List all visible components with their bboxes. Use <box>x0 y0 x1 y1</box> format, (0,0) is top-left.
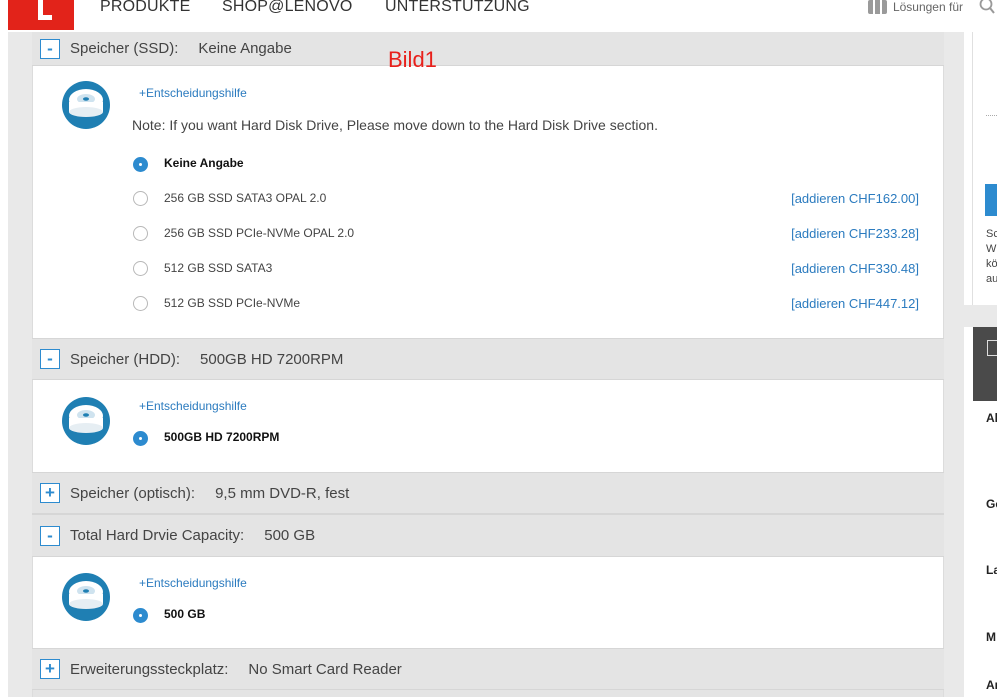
section-header-optical[interactable]: + Speicher (optisch): 9,5 mm DVD-R, fest <box>32 472 944 514</box>
sidebar-toggle-icon[interactable] <box>987 340 997 356</box>
radio-total-0[interactable] <box>133 608 148 623</box>
radio-ssd-4[interactable] <box>133 296 148 311</box>
option-price-ssd-2: [addieren CHF233.28] <box>791 226 919 241</box>
hard-disk-icon <box>62 397 110 445</box>
option-label-ssd-1[interactable]: 256 GB SSD SATA3 OPAL 2.0 <box>164 191 326 205</box>
solutions-menu[interactable]: Lösungen für <box>867 0 963 14</box>
section-title-expansion: Erweiterungssteckplatz: <box>70 660 229 678</box>
option-label-ssd-2[interactable]: 256 GB SSD PCIe-NVMe OPAL 2.0 <box>164 226 354 240</box>
help-link-total[interactable]: +Entscheidungshilfe <box>139 576 247 590</box>
sidebar-text-line-1: W <box>986 243 997 255</box>
nav-produkte[interactable]: PRODUKTE <box>100 0 191 15</box>
nav-shop[interactable]: SHOP@LENOVO <box>222 0 352 15</box>
option-label-ssd-0[interactable]: Keine Angabe <box>164 156 244 170</box>
section-title-optical: Speicher (optisch): <box>70 484 196 502</box>
radio-ssd-3[interactable] <box>133 261 148 276</box>
solutions-label: Lösungen für <box>892 0 963 14</box>
radio-ssd-2[interactable] <box>133 226 148 241</box>
radio-ssd-0[interactable] <box>133 157 148 172</box>
section-header-expansion[interactable]: + Erweiterungssteckplatz: No Smart Card … <box>32 648 944 690</box>
section-body-hdd: +Entscheidungshilfe 500GB HD 7200RPM <box>32 380 944 472</box>
nav-unterstuetzung[interactable]: UNTERSTÜTZUNG <box>385 0 530 15</box>
hard-disk-icon <box>62 81 110 129</box>
option-label-total-0[interactable]: 500 GB <box>164 607 205 621</box>
option-label-ssd-3[interactable]: 512 GB SSD SATA3 <box>164 261 272 275</box>
help-link-hdd[interactable]: +Entscheidungshilfe <box>139 399 247 413</box>
section-value-hdd: 500GB HD 7200RPM <box>200 350 344 368</box>
sidebar-text-line-0: Sc <box>986 228 997 240</box>
page-frame-left <box>8 32 32 697</box>
sidebar-label-3: M <box>986 630 996 644</box>
collapse-toggle-ssd[interactable]: - <box>40 38 60 59</box>
sidebar-dark-header <box>973 327 997 401</box>
hard-disk-icon <box>62 573 110 621</box>
section-value-total: 500 GB <box>264 527 316 544</box>
section-title-ssd: Speicher (SSD): <box>70 40 179 57</box>
section-header-hdd[interactable]: - Speicher (HDD): 500GB HD 7200RPM <box>32 338 944 380</box>
option-label-hdd-0[interactable]: 500GB HD 7200RPM <box>164 430 279 444</box>
expand-toggle-optical[interactable]: + <box>40 483 60 503</box>
expand-toggle-expansion[interactable]: + <box>40 659 60 679</box>
collapse-toggle-hdd[interactable]: - <box>40 349 60 369</box>
radio-ssd-1[interactable] <box>133 191 148 206</box>
page-frame-gutter <box>944 32 964 697</box>
sidebar-action-button[interactable] <box>985 184 997 216</box>
section-value-expansion: No Smart Card Reader <box>248 660 402 678</box>
option-price-ssd-3: [addieren CHF330.48] <box>791 261 919 276</box>
section-value-ssd: Keine Angabe <box>198 40 292 57</box>
sidebar-text-line-3: au <box>986 273 997 285</box>
section-body-ssd: +Entscheidungshilfe Note: If you want Ha… <box>32 66 944 338</box>
sidebar-label-1: Ge <box>986 497 997 511</box>
section-header-next <box>32 690 944 697</box>
help-link-ssd[interactable]: +Entscheidungshilfe <box>139 86 247 100</box>
collapse-toggle-total[interactable]: - <box>40 525 60 546</box>
sidebar-divider <box>986 115 997 116</box>
section-value-optical: 9,5 mm DVD-R, fest <box>215 484 350 502</box>
section-header-ssd[interactable]: - Speicher (SSD): Keine Angabe <box>32 31 944 66</box>
ssd-note: Note: If you want Hard Disk Drive, Pleas… <box>132 117 658 133</box>
sidebar-label-2: La <box>986 563 997 577</box>
radio-hdd-0[interactable] <box>133 431 148 446</box>
search-icon[interactable] <box>979 0 995 14</box>
option-price-ssd-1: [addieren CHF162.00] <box>791 191 919 206</box>
annotation-label: Bild1 <box>388 47 437 72</box>
section-header-total[interactable]: - Total Hard Drvie Capacity: 500 GB <box>32 514 944 557</box>
section-body-total: +Entscheidungshilfe 500 GB <box>32 557 944 648</box>
logo-letter-l-icon <box>38 0 52 20</box>
lenovo-logo[interactable] <box>8 0 74 30</box>
briefcase-icon <box>867 0 887 14</box>
section-title-total: Total Hard Drvie Capacity: <box>70 527 245 544</box>
option-label-ssd-4[interactable]: 512 GB SSD PCIe-NVMe <box>164 296 300 310</box>
sidebar-gap <box>964 305 997 327</box>
sidebar-label-0: Al <box>986 411 997 425</box>
top-navigation: PRODUKTE SHOP@LENOVO UNTERSTÜTZUNG Lösun… <box>0 0 997 32</box>
option-price-ssd-4: [addieren CHF447.12] <box>791 296 919 311</box>
sidebar-text-line-2: kö <box>986 258 997 270</box>
section-title-hdd: Speicher (HDD): <box>70 350 181 368</box>
sidebar-label-4: Ar <box>986 678 997 692</box>
